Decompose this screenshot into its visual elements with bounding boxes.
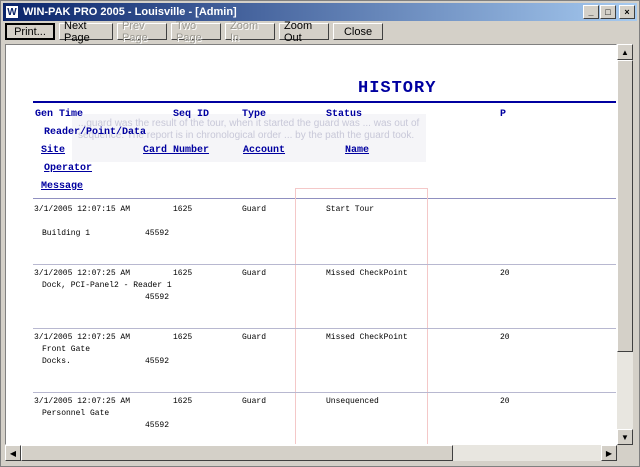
zoom-in-button[interactable]: Zoom In <box>225 20 275 44</box>
header-operator: Operator <box>44 163 93 174</box>
vertical-scroll-thumb[interactable] <box>617 60 633 352</box>
close-window-button[interactable]: × <box>619 5 635 19</box>
row-3-seq-id: 1625 <box>173 333 193 342</box>
row-1-seq-id: 1625 <box>173 205 193 214</box>
row-4-reader: Personnel Gate <box>42 409 110 418</box>
row-1-site: Building 1 <box>42 229 91 238</box>
preview-toolbar: Print... Next Page Prev Page Two Page Zo… <box>5 20 387 44</box>
two-page-button[interactable]: Two Page <box>171 20 221 44</box>
vertical-scrollbar[interactable]: ▲ ▼ <box>617 44 633 445</box>
maximize-button[interactable]: □ <box>600 5 616 19</box>
header-reader-point-data: Reader/Point/Data <box>44 127 147 138</box>
scrollbar-corner <box>617 445 633 461</box>
row-2-p: 20 <box>500 269 510 278</box>
row-3-card: 45592 <box>145 357 170 366</box>
report-page[interactable]: HISTORY ...guard was the result of the t… <box>5 44 617 445</box>
row-1-divider <box>33 264 616 265</box>
prev-page-button[interactable]: Prev Page <box>117 20 167 44</box>
header-status: Status <box>326 109 363 120</box>
row-4-card: 45592 <box>145 421 170 430</box>
header-card-number: Card Number <box>143 145 210 156</box>
report-preview-window: W WIN-PAK PRO 2005 - Louisville - [Admin… <box>0 0 640 467</box>
row-3-p: 20 <box>500 333 510 342</box>
row-4-seq-id: 1625 <box>173 397 193 406</box>
row-1-type: Guard <box>242 205 267 214</box>
close-preview-button[interactable]: Close <box>333 23 383 40</box>
window-controls: _ □ × <box>582 5 635 19</box>
row-1-status: Start Tour <box>326 205 375 214</box>
row-4-status: Unsequenced <box>326 397 379 406</box>
zoom-out-button[interactable]: Zoom Out <box>279 20 329 44</box>
row-3-reader: Front Gate <box>42 345 91 354</box>
report-title: HISTORY <box>358 79 437 98</box>
row-1-card: 45592 <box>145 229 170 238</box>
row-2-divider <box>33 328 616 329</box>
header-type: Type <box>242 109 267 120</box>
header-site: Site <box>41 145 66 156</box>
row-4-gen-time: 3/1/2005 12:07:25 AM <box>34 397 131 406</box>
highlight-box <box>295 188 428 444</box>
next-page-button[interactable]: Next Page <box>59 20 113 44</box>
header-gen-time: Gen Time <box>35 109 84 120</box>
row-3-site: Docks. <box>42 357 71 366</box>
row-3-status: Missed CheckPoint <box>326 333 408 342</box>
scroll-right-arrow-icon[interactable]: ▶ <box>601 445 617 461</box>
row-2-status: Missed CheckPoint <box>326 269 408 278</box>
scroll-down-arrow-icon[interactable]: ▼ <box>617 429 633 445</box>
row-2-type: Guard <box>242 269 267 278</box>
print-button[interactable]: Print... <box>5 23 55 40</box>
app-icon: W <box>5 5 19 19</box>
title-bar[interactable]: W WIN-PAK PRO 2005 - Louisville - [Admin… <box>3 3 637 21</box>
minimize-button[interactable]: _ <box>583 5 599 19</box>
header-account: Account <box>243 145 286 156</box>
header-message: Message <box>41 181 84 192</box>
row-2-reader: Dock, PCI-Panel2 - Reader 1 <box>42 281 172 290</box>
row-2-seq-id: 1625 <box>173 269 193 278</box>
horizontal-scrollbar[interactable]: ◀ ▶ <box>5 445 617 461</box>
header-name: Name <box>345 145 370 156</box>
row-3-type: Guard <box>242 333 267 342</box>
scroll-up-arrow-icon[interactable]: ▲ <box>617 44 633 60</box>
row-4-p: 20 <box>500 397 510 406</box>
horizontal-scroll-thumb[interactable] <box>21 445 453 461</box>
header-seq-id: Seq ID <box>173 109 210 120</box>
title-divider <box>33 101 616 103</box>
row-3-gen-time: 3/1/2005 12:07:25 AM <box>34 333 131 342</box>
window-title: WIN-PAK PRO 2005 - Louisville - [Admin] <box>23 6 237 18</box>
header-p: P <box>500 109 507 120</box>
row-2-card: 45592 <box>145 293 170 302</box>
row-4-type: Guard <box>242 397 267 406</box>
scroll-left-arrow-icon[interactable]: ◀ <box>5 445 21 461</box>
row-2-gen-time: 3/1/2005 12:07:25 AM <box>34 269 131 278</box>
row-3-divider <box>33 392 616 393</box>
row-1-gen-time: 3/1/2005 12:07:15 AM <box>34 205 131 214</box>
